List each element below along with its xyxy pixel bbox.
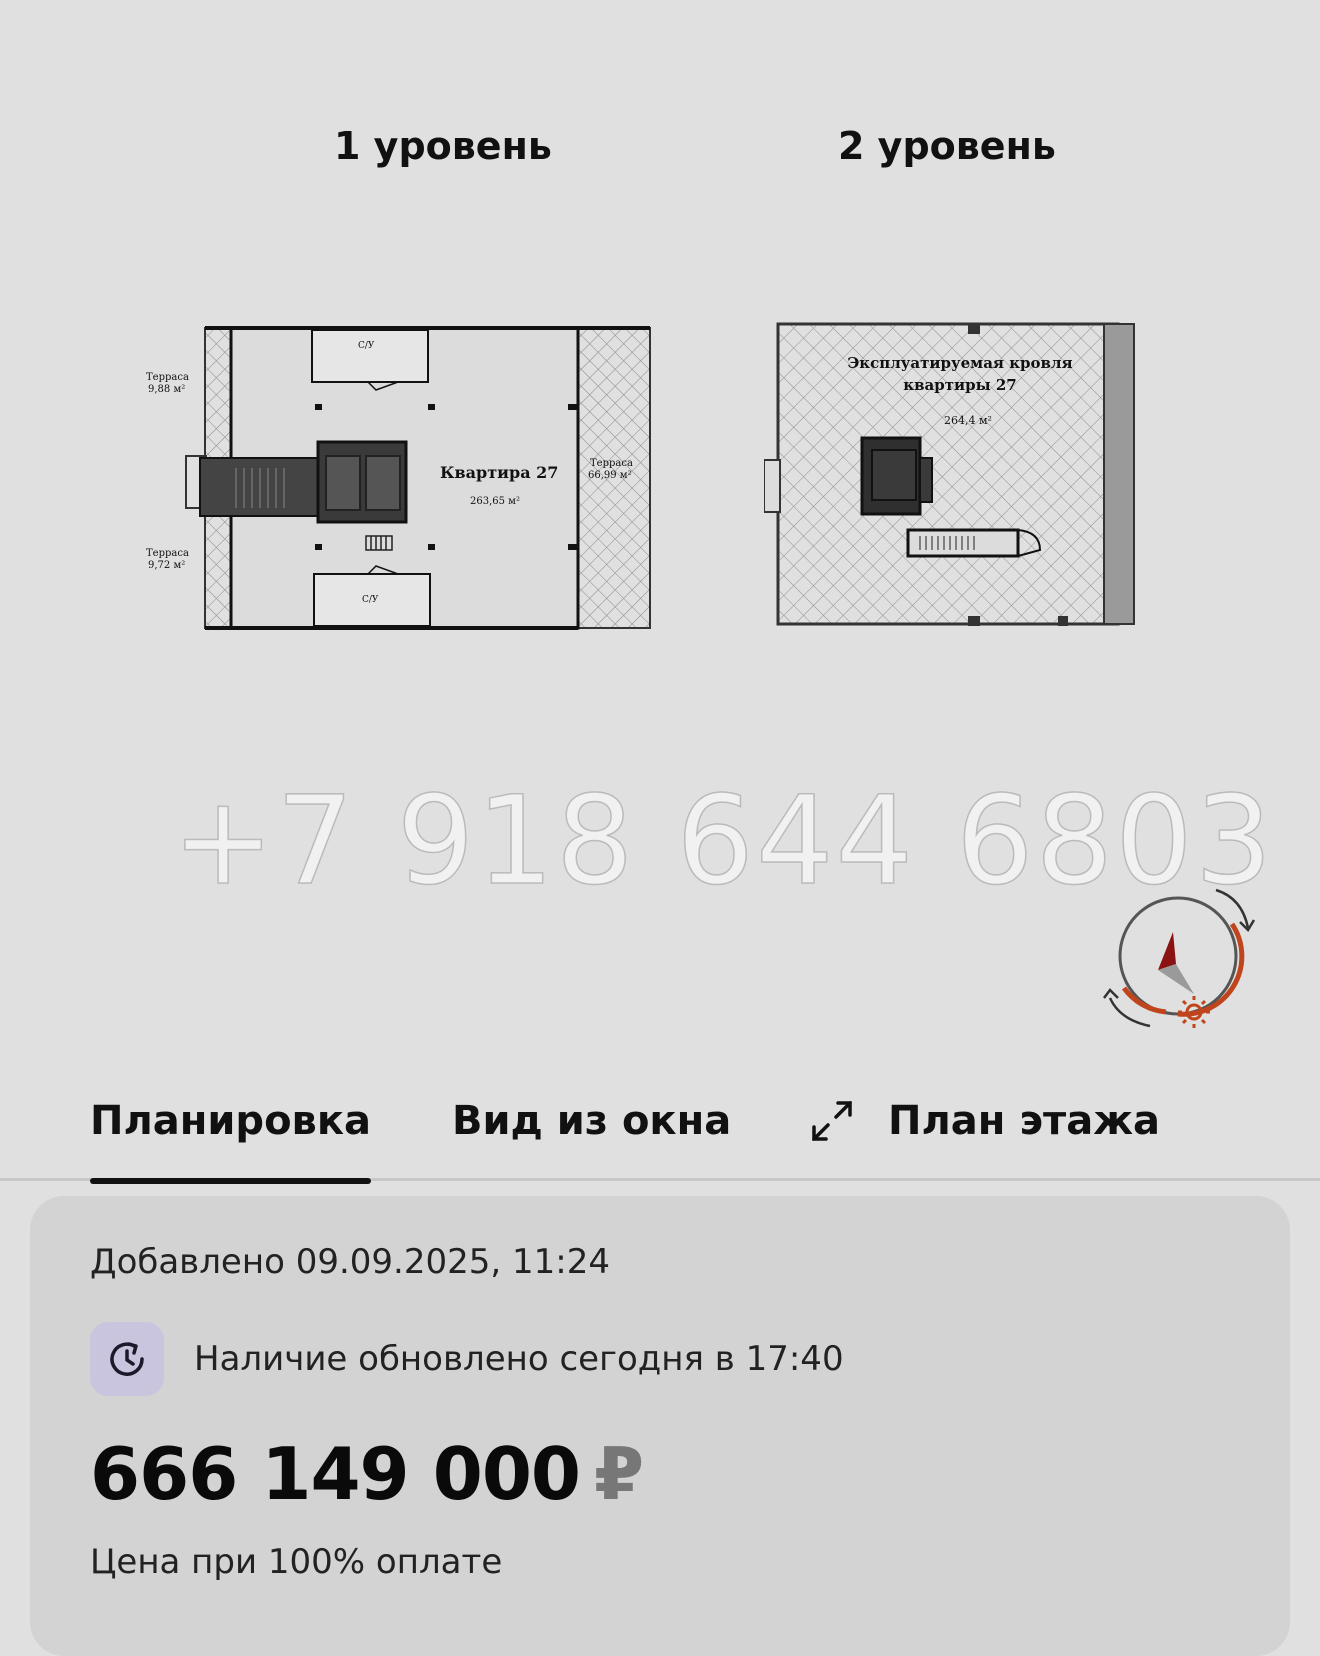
roof-area: 264,4 м² [944, 414, 992, 427]
price-note: Цена при 100% оплате [90, 1542, 503, 1582]
tab-floor-plan-label: План этажа [888, 1098, 1161, 1144]
price: 666 149 000 ₽ [90, 1432, 644, 1516]
currency-symbol: ₽ [594, 1432, 644, 1516]
phone-watermark: +7 918 644 6803 [171, 769, 1275, 913]
stock-updated-text: Наличие обновлено сегодня в 17:40 [194, 1339, 844, 1379]
wc-top-label: С/У [358, 341, 375, 351]
tab-layout[interactable]: Планировка [90, 1098, 371, 1184]
wc-bottom-label: С/У [362, 595, 379, 605]
terrace-right-label: Терраса [590, 458, 633, 469]
compass-icon[interactable] [1098, 884, 1258, 1034]
clock-refresh-icon [110, 1342, 144, 1376]
terrace-right-area: 66,99 м² [588, 470, 632, 481]
roof-label-line1: Эксплуатируемая кровля [847, 354, 1072, 372]
floor-plan-viewer: 1 уровень 2 уровень С/У С/У Квартира 27 … [0, 0, 1320, 1060]
tab-floor-plan[interactable]: План этажа [810, 1098, 1160, 1144]
terrace-bottom-label: Терраса [146, 548, 189, 559]
apartment-label: Квартира 27 [440, 463, 558, 482]
level-2-plan: Эксплуатируемая кровля квартиры 27 264,4… [764, 322, 1135, 626]
listing-info-card: Добавлено 09.09.2025, 11:24 Наличие обно… [30, 1196, 1290, 1656]
terrace-top-area: 9,88 м² [148, 384, 185, 395]
tab-bar: Планировка Вид из окна План этажа [0, 1090, 1320, 1184]
tab-layout-label: Планировка [90, 1098, 371, 1144]
expand-arrows-icon[interactable] [810, 1099, 854, 1143]
level-1-title: 1 уровень [334, 124, 552, 168]
level-1-plan: С/У С/У Квартира 27 263,65 м² Терраса 9,… [146, 326, 651, 630]
stock-status-row: Наличие обновлено сегодня в 17:40 [90, 1322, 844, 1396]
clock-badge [90, 1322, 164, 1396]
apartment-area: 263,65 м² [470, 496, 520, 507]
terrace-top-label: Терраса [146, 372, 189, 383]
tab-window-view[interactable]: Вид из окна [452, 1098, 731, 1144]
added-date: Добавлено 09.09.2025, 11:24 [90, 1242, 610, 1282]
terrace-bottom-area: 9,72 м² [148, 560, 185, 571]
level-2-title: 2 уровень [838, 124, 1056, 168]
roof-label-line2: квартиры 27 [903, 376, 1017, 394]
tab-window-view-label: Вид из окна [452, 1098, 732, 1144]
price-value: 666 149 000 [90, 1432, 581, 1516]
active-tab-indicator [90, 1178, 371, 1184]
